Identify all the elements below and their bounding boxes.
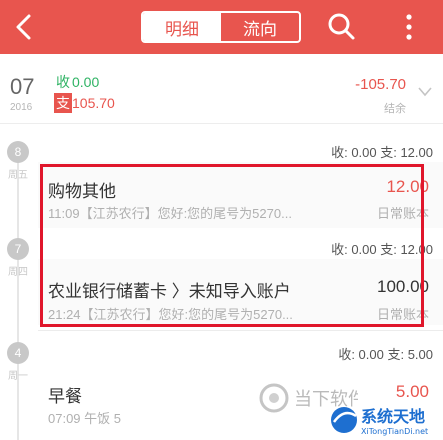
expense-summary: 支 105.70 [54, 93, 115, 113]
transaction-amount: 5.00 [395, 382, 429, 401]
date-node-7: 7 [7, 238, 29, 260]
back-arrow-icon[interactable] [10, 10, 40, 44]
tab-details[interactable]: 明细 [143, 13, 221, 41]
more-menu-icon[interactable] [403, 12, 415, 42]
expense-tag: 支 [54, 93, 72, 113]
income-tag: 收 [56, 74, 70, 90]
balance-value: -105.70 [355, 76, 406, 93]
weekday-label: 周四 [8, 267, 28, 278]
summary-day: 07 [10, 74, 35, 99]
tab-flow[interactable]: 流向 [221, 13, 299, 41]
watermark-title: 系统天地 [361, 407, 425, 426]
daily-totals: 收: 0.00 支: 12.00 [331, 145, 433, 160]
search-icon[interactable] [326, 11, 356, 41]
highlight-box [40, 164, 424, 327]
summary-year: 2016 [10, 102, 33, 113]
income-value: 0.00 [72, 74, 100, 90]
transaction-note: 07:09 午饭 5 [48, 411, 121, 426]
date-node-8: 8 [7, 141, 29, 163]
divider [38, 330, 443, 331]
chevron-down-icon[interactable] [417, 86, 433, 98]
balance-label: 结余 [384, 103, 406, 115]
app-header: 明细 流向 [0, 0, 443, 54]
transaction-title: 早餐 [48, 387, 82, 406]
date-node-4: 4 [7, 342, 29, 364]
expense-value: 105.70 [72, 95, 115, 111]
weekday-label: 周一 [8, 371, 28, 382]
watermark-badge-icon: 系统天地 XiTongTianDi.net [331, 407, 428, 436]
view-toggle: 明细 流向 [141, 11, 301, 43]
income-summary: 收 0.00 [54, 72, 99, 92]
watermark-url: XiTongTianDi.net [361, 427, 428, 436]
daily-totals: 收: 0.00 支: 5.00 [338, 347, 433, 362]
weekday-label: 周五 [8, 170, 28, 181]
period-summary[interactable]: 07 2016 收 0.00 支 105.70 -105.70 结余 [0, 62, 443, 124]
timeline-line [17, 142, 19, 440]
